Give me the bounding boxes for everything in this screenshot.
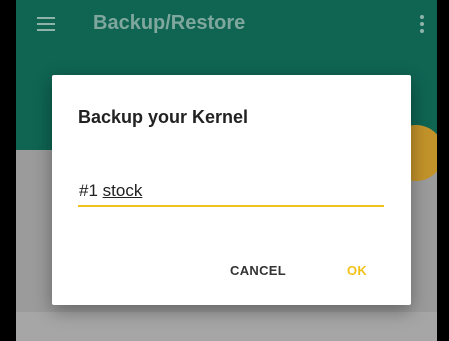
dialog-title: Backup your Kernel xyxy=(78,107,249,127)
more-vert-icon[interactable] xyxy=(420,15,424,33)
screen: Backup/Restore Backup your Kernel #1 sto… xyxy=(0,0,449,341)
backup-dialog: Backup your Kernel #1 stock CANCEL OK xyxy=(52,75,411,305)
cancel-button[interactable]: CANCEL xyxy=(230,263,286,278)
hamburger-menu-icon[interactable] xyxy=(37,17,55,31)
ok-button[interactable]: OK xyxy=(347,263,367,278)
content-card xyxy=(16,312,437,341)
app-title: Backup/Restore xyxy=(93,12,246,34)
backup-name-input[interactable] xyxy=(78,173,384,207)
